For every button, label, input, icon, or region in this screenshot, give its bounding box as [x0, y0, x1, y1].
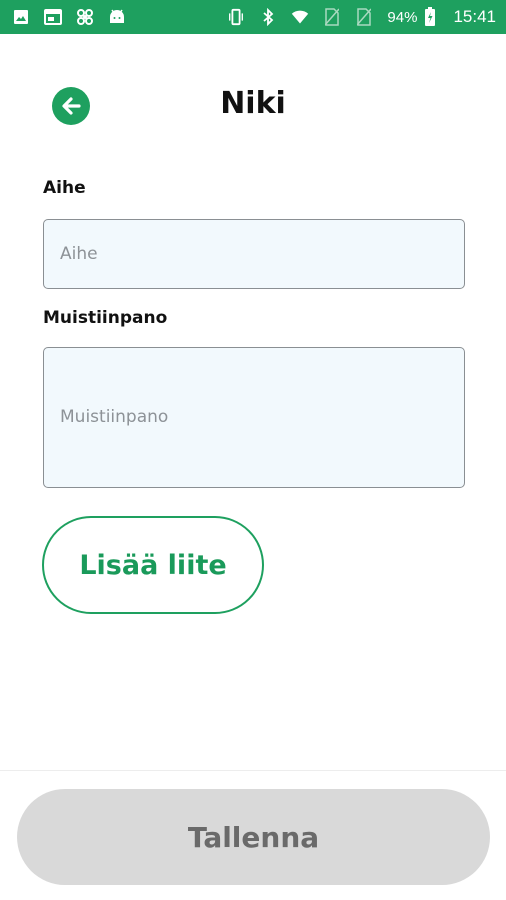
add-attachment-button[interactable]: Lisää liite — [42, 516, 264, 614]
window-icon — [44, 8, 62, 26]
image-icon — [12, 8, 30, 26]
bluetooth-icon — [259, 8, 277, 26]
no-sim-icon — [323, 8, 341, 26]
note-label: Muistiinpano — [43, 308, 168, 328]
status-bar: 94% 15:41 — [0, 0, 506, 34]
app-header: Niki — [0, 70, 506, 140]
fan-icon — [76, 8, 94, 26]
wifi-icon — [291, 8, 309, 26]
footer-divider — [0, 770, 506, 771]
status-bar-right: 94% 15:41 — [227, 7, 496, 27]
save-button[interactable]: Tallenna — [17, 789, 490, 885]
subject-label: Aihe — [43, 178, 86, 198]
save-button-label: Tallenna — [187, 820, 320, 854]
add-attachment-label: Lisää liite — [79, 549, 227, 581]
status-bar-left — [12, 8, 126, 26]
battery-percent: 94% — [387, 8, 418, 26]
battery-icon — [421, 7, 439, 26]
no-sim-icon — [355, 8, 373, 26]
vibrate-icon — [227, 8, 245, 26]
android-icon — [108, 8, 126, 26]
clock: 15:41 — [453, 7, 496, 26]
subject-input[interactable] — [43, 219, 465, 289]
note-textarea[interactable] — [43, 347, 465, 488]
page-title: Niki — [220, 86, 286, 121]
